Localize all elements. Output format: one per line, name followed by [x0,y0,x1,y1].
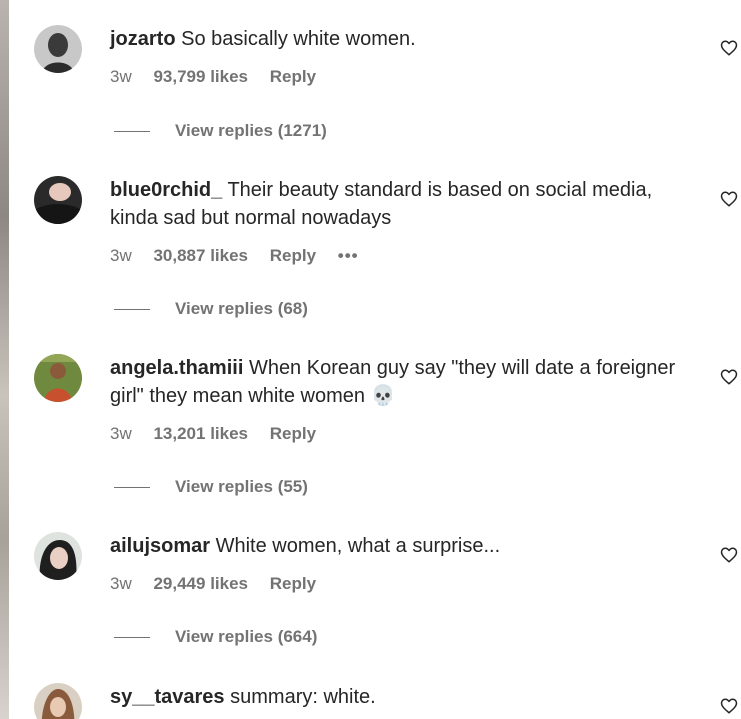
avatar[interactable] [34,354,82,402]
heart-outline-icon[interactable] [720,190,738,208]
comment-username[interactable]: angela.thamiii [110,357,243,379]
comment-meta: 3w 13,201 likes Reply [110,424,333,444]
replies-divider [114,487,150,489]
view-replies-button[interactable]: View replies (1271) [114,121,327,141]
comment-username[interactable]: ailujsomar [110,535,210,557]
avatar[interactable] [34,532,82,580]
comment-body: jozarto So basically white women. [110,25,680,53]
heart-outline-icon[interactable] [720,697,738,715]
comment-time: 3w [110,67,132,86]
avatar[interactable] [34,25,82,73]
heart-outline-icon[interactable] [720,368,738,386]
comment-text: summary: white. [230,686,376,708]
view-replies-label: View replies (68) [175,299,308,318]
comment-meta: 3w 29,449 likes Reply [110,574,333,594]
view-replies-button[interactable]: View replies (68) [114,299,308,319]
comment-body: ailujsomar White women, what a surprise.… [110,532,680,560]
reply-button[interactable]: Reply [270,574,316,593]
comment-username[interactable]: jozarto [110,28,176,50]
avatar[interactable] [34,683,82,719]
comment-text: So basically white women. [181,28,416,50]
comment-time: 3w [110,574,132,593]
view-replies-button[interactable]: View replies (664) [114,627,317,647]
comment-meta: 3w 30,887 likes Reply ••• [110,246,376,266]
comment-time: 3w [110,246,132,265]
avatar[interactable] [34,176,82,224]
comment-body: sy__tavares summary: white. [110,683,680,711]
reply-button[interactable]: Reply [270,424,316,443]
view-replies-label: View replies (1271) [175,121,327,140]
replies-divider [114,309,150,311]
background-image-edge [0,0,9,719]
comment-username[interactable]: blue0rchid_ [110,179,222,201]
heart-outline-icon[interactable] [720,546,738,564]
comment-time: 3w [110,424,132,443]
view-replies-label: View replies (55) [175,477,308,496]
more-options-icon[interactable]: ••• [338,246,359,265]
comment-body: angela.thamiii When Korean guy say "they… [110,354,680,410]
heart-outline-icon[interactable] [720,39,738,57]
comment-likes[interactable]: 30,887 likes [153,246,248,265]
replies-divider [114,131,150,133]
reply-button[interactable]: Reply [270,246,316,265]
comment-likes[interactable]: 93,799 likes [153,67,248,86]
comment-body: blue0rchid_ Their beauty standard is bas… [110,176,680,232]
comment-likes[interactable]: 13,201 likes [153,424,248,443]
comments-panel: jozarto So basically white women. 3w 93,… [0,0,741,719]
comment-likes[interactable]: 29,449 likes [153,574,248,593]
comment-meta: 3w 93,799 likes Reply [110,67,333,87]
comment-text: White women, what a surprise... [215,535,501,557]
view-replies-button[interactable]: View replies (55) [114,477,308,497]
comment-username[interactable]: sy__tavares [110,686,225,708]
replies-divider [114,637,150,639]
reply-button[interactable]: Reply [270,67,316,86]
view-replies-label: View replies (664) [175,627,318,646]
